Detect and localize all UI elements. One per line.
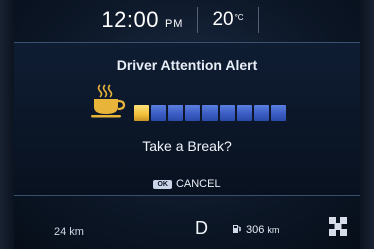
- meter-segment: [253, 105, 269, 121]
- ok-button-badge: OK: [153, 179, 172, 189]
- range-unit: km: [267, 225, 280, 235]
- outside-temperature: 20 °C: [212, 9, 243, 31]
- driver-attention-alert-panel: Driver Attention Alert Take a Break? OK …: [14, 42, 360, 196]
- meter-segment: [236, 105, 252, 121]
- alert-title: Driver Attention Alert: [116, 57, 258, 73]
- attention-level-meter: [134, 105, 286, 121]
- right-bezel: [360, 0, 374, 249]
- meter-segment: [270, 105, 286, 121]
- temperature-unit: °C: [234, 13, 244, 22]
- meter-segment: [151, 105, 167, 121]
- cancel-button[interactable]: OK CANCEL: [14, 178, 360, 190]
- status-divider: [197, 7, 199, 33]
- meter-segment: [134, 105, 150, 121]
- left-bezel: [0, 0, 14, 249]
- trip-distance: 24 km: [54, 226, 84, 238]
- meter-segment: [185, 105, 201, 121]
- range-value: 306: [246, 224, 265, 236]
- meter-segment: [168, 105, 184, 121]
- clock: 12:00 PM: [101, 7, 183, 33]
- coffee-cup-icon: [91, 84, 126, 118]
- clock-time: 12:00: [101, 7, 159, 32]
- bottom-info-bar: 24 km D 306 km: [14, 196, 360, 249]
- pedestrian-icon: [329, 217, 347, 236]
- gear-indicator: D: [195, 218, 208, 238]
- status-bar: 12:00 PM 20 °C: [14, 0, 360, 40]
- meter-segment: [219, 105, 235, 121]
- clock-ampm: PM: [164, 18, 184, 30]
- status-divider-right: [257, 7, 259, 33]
- cancel-label: CANCEL: [175, 178, 221, 190]
- meter-segment: [202, 105, 218, 121]
- fuel-pump-icon: [233, 225, 241, 233]
- temperature-value: 20: [212, 9, 234, 30]
- take-break-prompt: Take a Break?: [142, 138, 232, 154]
- range-distance: 306 km: [246, 224, 279, 236]
